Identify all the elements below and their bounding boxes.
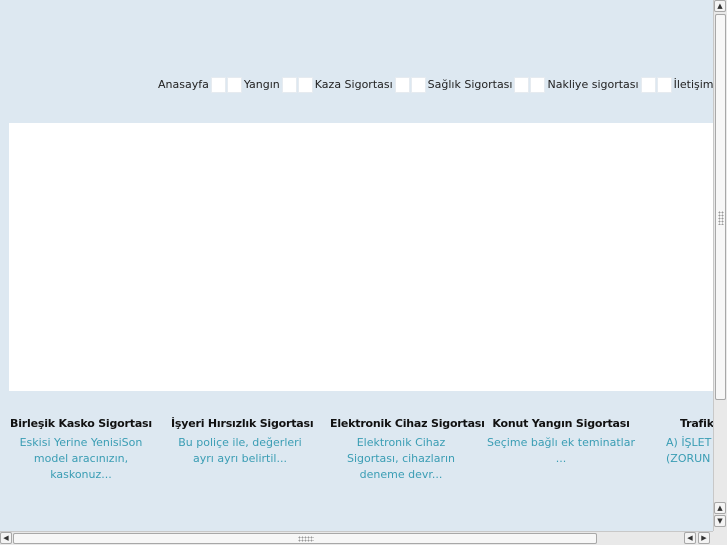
nav-link-accident-insurance[interactable]: Kaza Sigortası xyxy=(314,77,394,93)
product-card[interactable]: Trafik A) İŞLET (ZORUN xyxy=(666,417,713,467)
product-card[interactable]: Konut Yangın Sigortası Seçime bağlı ek t… xyxy=(485,417,637,467)
product-description: Elektronik Cihaz Sigortası, cihazların d… xyxy=(346,436,456,481)
product-title[interactable]: İşyeri Hırsızlık Sigortası xyxy=(171,417,314,431)
scroll-left-arrow-icon[interactable]: ◀ xyxy=(0,532,12,544)
product-title[interactable]: Birleşik Kasko Sigortası xyxy=(9,417,153,431)
nav-separator xyxy=(394,77,426,93)
product-title[interactable]: Trafik xyxy=(666,417,713,431)
horizontal-scroll-thumb[interactable] xyxy=(13,533,597,544)
horizontal-scrollbar[interactable]: ◀ ◀ ▶ xyxy=(0,531,713,545)
product-card[interactable]: İşyeri Hırsızlık Sigortası Bu poliçe ile… xyxy=(171,417,314,467)
vertical-scroll-thumb[interactable] xyxy=(715,14,726,400)
nav-separator xyxy=(514,77,546,93)
product-title[interactable]: Konut Yangın Sigortası xyxy=(485,417,637,431)
product-description: Seçime bağlı ek teminatlar ... xyxy=(487,436,635,465)
product-title[interactable]: Elektronik Cihaz Sigortası xyxy=(330,417,485,431)
product-description: Eskisi Yerine YenisiSon model aracınızın… xyxy=(19,436,143,481)
main-navigation: Anasayfa Yangın Kaza Sigortası Sağlık Si… xyxy=(157,77,713,93)
nav-link-fire[interactable]: Yangın xyxy=(243,77,281,93)
product-description: Bu poliçe ile, değerleri ayrı ayrı belir… xyxy=(178,436,302,465)
product-description: A) İŞLET (ZORUN xyxy=(666,436,712,465)
product-card[interactable]: Elektronik Cihaz Sigortası Elektronik Ci… xyxy=(330,417,485,483)
scroll-right-arrow-icon[interactable]: ▶ xyxy=(698,532,710,544)
page-viewport: Anasayfa Yangın Kaza Sigortası Sağlık Si… xyxy=(0,0,713,531)
nav-link-transport-insurance[interactable]: Nakliye sigortası xyxy=(546,77,639,93)
scroll-up-arrow-icon[interactable]: ▲ xyxy=(714,502,726,514)
nav-separator xyxy=(640,77,672,93)
scroll-up-arrow-icon[interactable]: ▲ xyxy=(714,0,726,12)
nav-link-home[interactable]: Anasayfa xyxy=(157,77,210,93)
nav-separator xyxy=(210,77,242,93)
nav-separator xyxy=(281,77,313,93)
scrollbar-corner xyxy=(713,531,727,545)
product-card[interactable]: Birleşik Kasko Sigortası Eskisi Yerine Y… xyxy=(9,417,153,483)
scroll-left-arrow-icon[interactable]: ◀ xyxy=(684,532,696,544)
banner-area xyxy=(9,123,713,391)
scroll-down-arrow-icon[interactable]: ▼ xyxy=(714,515,726,527)
nav-link-health-insurance[interactable]: Sağlık Sigortası xyxy=(427,77,514,93)
nav-link-contact[interactable]: İletişim xyxy=(673,77,713,93)
vertical-scrollbar[interactable]: ▲ ▲ ▼ xyxy=(713,0,727,531)
